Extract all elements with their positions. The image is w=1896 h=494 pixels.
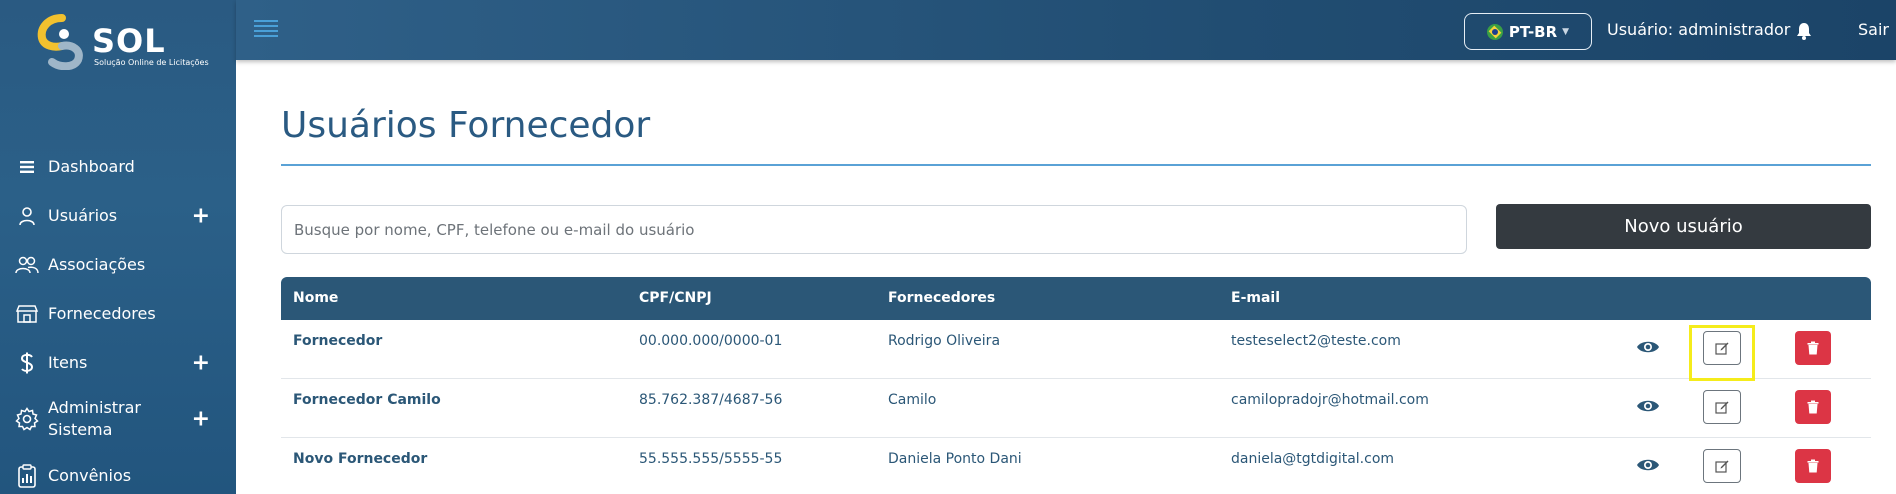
sidebar-item-label: Usuários (48, 205, 118, 225)
column-header-nome: Nome (293, 290, 339, 306)
sidebar-item-label: Convênios (48, 465, 132, 485)
trash-icon (1807, 459, 1819, 473)
expand-plus-icon[interactable]: + (192, 350, 210, 375)
table-row: Fornecedor 00.000.000/0000-01 Rodrigo Ol… (281, 320, 1871, 379)
delete-button[interactable] (1795, 331, 1831, 365)
new-user-button[interactable]: Novo usuário (1496, 204, 1871, 249)
column-header-email: E-mail (1231, 290, 1281, 306)
eye-icon[interactable] (1636, 338, 1660, 356)
expand-plus-icon[interactable]: + (192, 203, 210, 228)
edit-icon (1715, 401, 1729, 414)
delete-button[interactable] (1795, 449, 1831, 483)
app-root: SOL Solução Online de Licitações Dashboa… (0, 0, 1896, 494)
chevron-down-icon: ▼ (1562, 26, 1570, 37)
cell-nome: Fornecedor (293, 333, 383, 349)
cell-fornecedores: Camilo (888, 392, 937, 408)
dollar-icon (14, 350, 40, 376)
cell-nome: Fornecedor Camilo (293, 392, 441, 408)
sidebar-item-dashboard[interactable]: Dashboard (0, 142, 236, 191)
brazil-flag-icon (1486, 23, 1503, 40)
sidebar-item-administrar-sistema[interactable]: Administrar Sistema + (0, 387, 236, 451)
edit-button[interactable] (1703, 390, 1741, 424)
trash-icon (1807, 400, 1819, 414)
cell-nome: Novo Fornecedor (293, 451, 428, 467)
clipboard-chart-icon (14, 463, 40, 489)
logo-subtitle: Solução Online de Licitações (94, 58, 209, 67)
eye-icon[interactable] (1636, 397, 1660, 415)
sidebar-item-label: Itens (48, 352, 88, 372)
dashboard-icon (14, 154, 40, 180)
sidebar-item-label: Associações (48, 254, 146, 274)
highlight-box (1689, 325, 1755, 381)
logo[interactable]: SOL Solução Online de Licitações (34, 14, 214, 74)
sidebar-item-label: Dashboard (48, 156, 135, 176)
title-divider (281, 164, 1871, 166)
column-header-fornecedores: Fornecedores (888, 290, 996, 306)
cell-fornecedores: Daniela Ponto Dani (888, 451, 1022, 467)
language-selector[interactable]: PT-BR ▼ (1464, 13, 1592, 50)
table-row: Novo Fornecedor 55.555.555/5555-55 Danie… (281, 438, 1871, 494)
users-table: Nome CPF/CNPJ Fornecedores E-mail Fornec… (281, 277, 1871, 494)
sidebar-item-fornecedores[interactable]: Fornecedores (0, 289, 236, 338)
cell-cpf-cnpj: 85.762.387/4687-56 (639, 392, 783, 408)
logo-title: SOL (92, 22, 166, 60)
cell-fornecedores: Rodrigo Oliveira (888, 333, 1001, 349)
user-icon (14, 203, 40, 229)
page-title: Usuários Fornecedor (281, 105, 651, 146)
users-group-icon (14, 252, 40, 278)
current-user-label: Usuário: administrador (1607, 20, 1791, 39)
sidebar-item-associacoes[interactable]: Associações (0, 240, 236, 289)
sidebar-item-itens[interactable]: Itens + (0, 338, 236, 387)
search-input[interactable] (281, 205, 1467, 254)
top-header: PT-BR ▼ Usuário: administrador Sair (236, 0, 1896, 60)
edit-button[interactable] (1703, 449, 1741, 483)
store-icon (14, 301, 40, 327)
hamburger-icon[interactable] (254, 20, 278, 40)
cell-email: testeselect2@teste.com (1231, 333, 1401, 349)
cell-email: camilopradojr@hotmail.com (1231, 392, 1429, 408)
sidebar-nav: Dashboard Usuários + Associações Fornece… (0, 142, 236, 494)
eye-icon[interactable] (1636, 456, 1660, 474)
cell-email: daniela@tgtdigital.com (1231, 451, 1395, 467)
logout-link[interactable]: Sair (1858, 20, 1889, 39)
gear-icon (14, 406, 40, 432)
sidebar-item-label: Fornecedores (48, 303, 156, 323)
cell-cpf-cnpj: 00.000.000/0000-01 (639, 333, 783, 349)
sidebar: SOL Solução Online de Licitações Dashboa… (0, 0, 236, 494)
language-label: PT-BR (1508, 22, 1558, 41)
sidebar-item-convenios[interactable]: Convênios (0, 451, 236, 494)
sol-logo-icon (37, 14, 83, 70)
edit-icon (1715, 460, 1729, 473)
cell-cpf-cnpj: 55.555.555/5555-55 (639, 451, 783, 467)
column-header-cpf-cnpj: CPF/CNPJ (639, 290, 712, 306)
sidebar-item-label: Administrar Sistema (48, 398, 142, 439)
expand-plus-icon[interactable]: + (192, 407, 210, 432)
sidebar-item-usuarios[interactable]: Usuários + (0, 191, 236, 240)
table-header: Nome CPF/CNPJ Fornecedores E-mail (281, 277, 1871, 320)
table-row: Fornecedor Camilo 85.762.387/4687-56 Cam… (281, 379, 1871, 438)
trash-icon (1807, 341, 1819, 355)
bell-icon[interactable] (1796, 22, 1812, 40)
delete-button[interactable] (1795, 390, 1831, 424)
